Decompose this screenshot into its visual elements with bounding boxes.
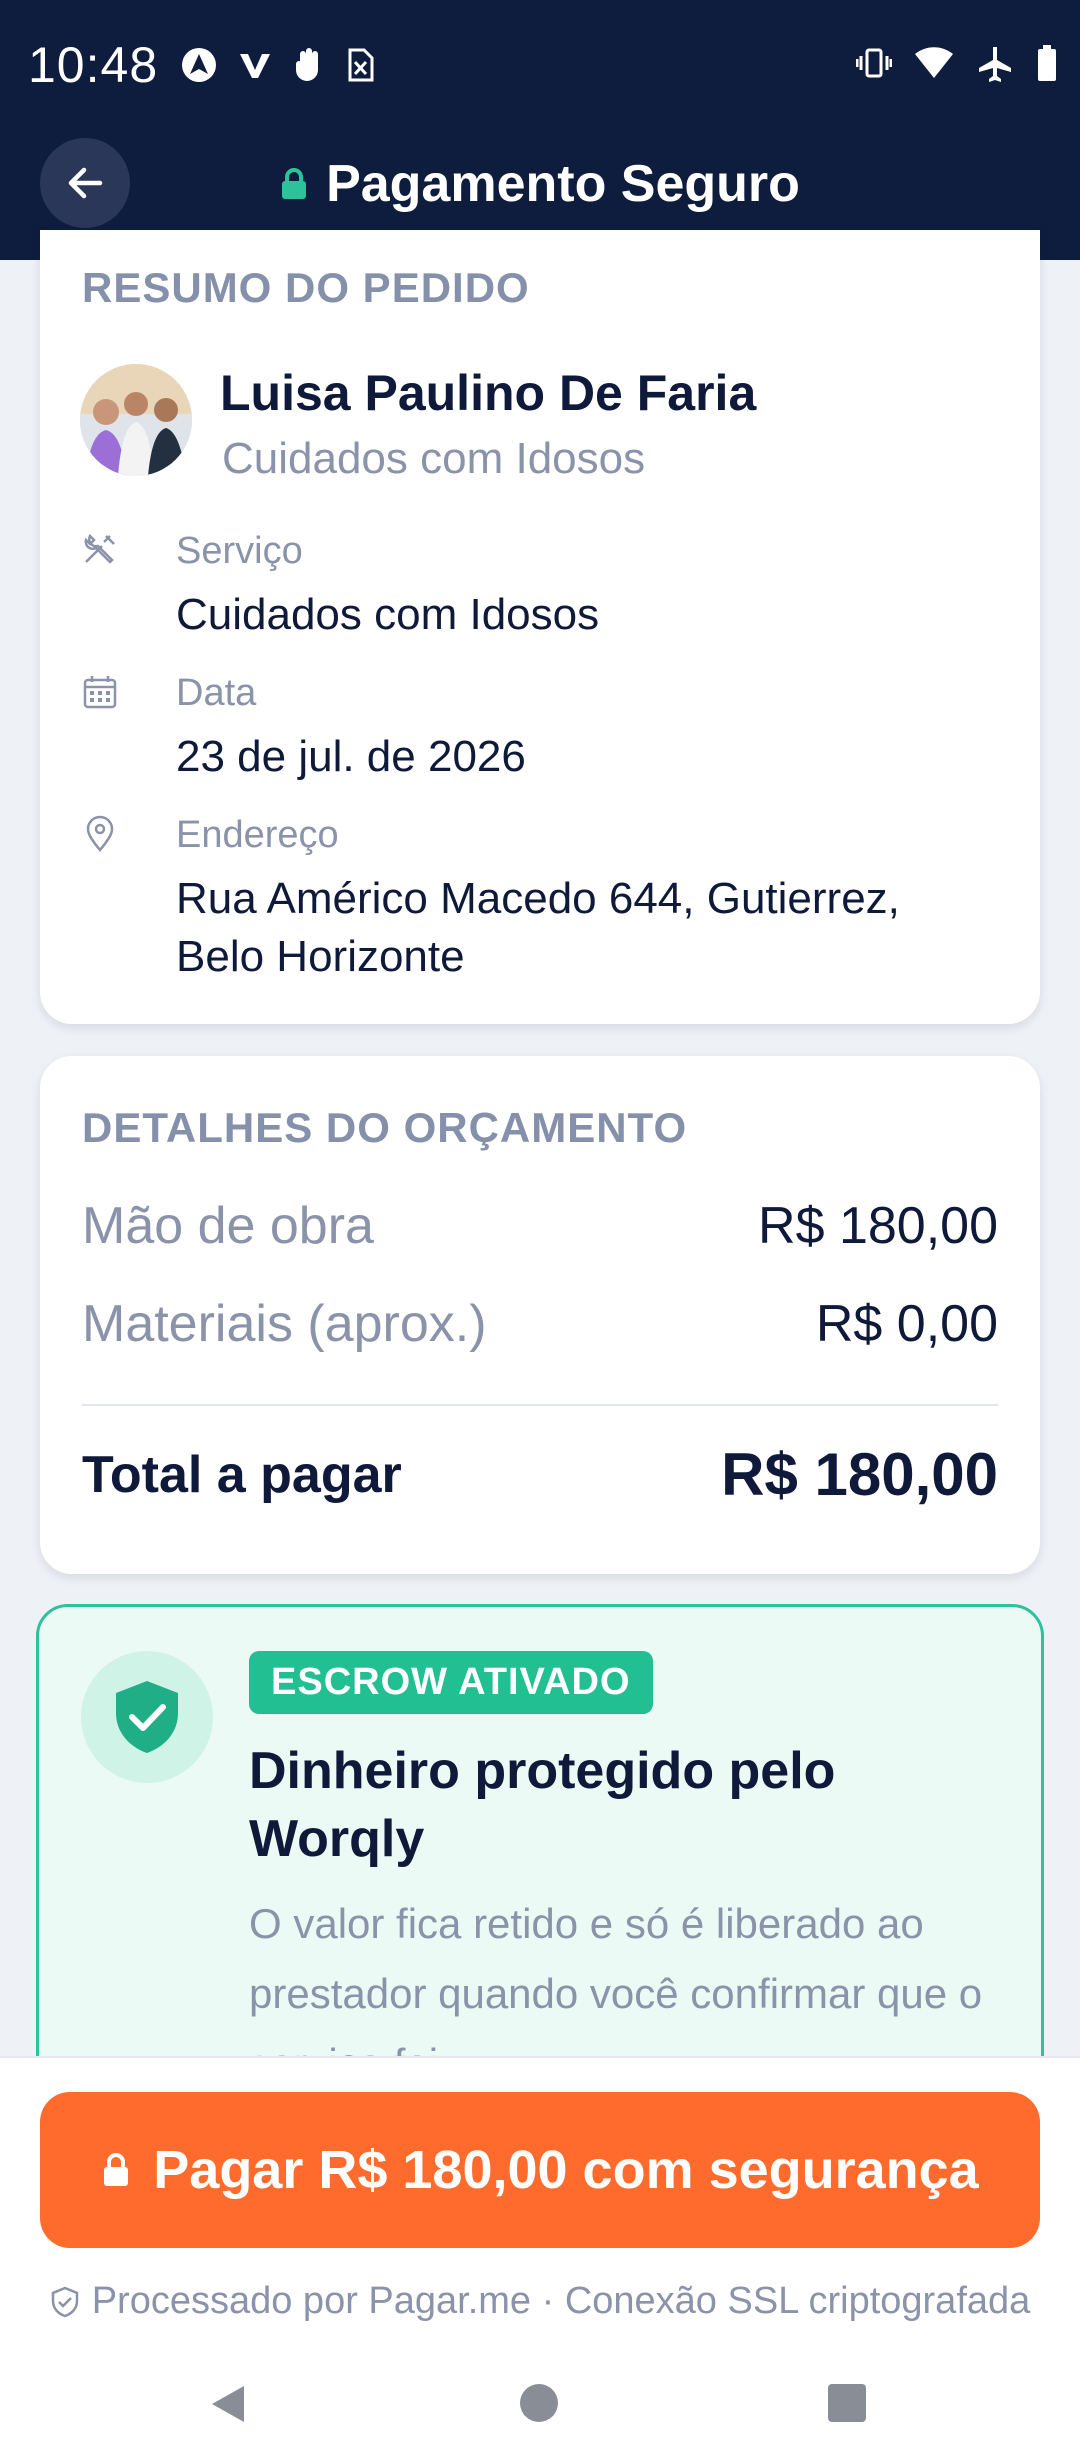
status-bar: 10:48: [0, 0, 1080, 132]
bottom-action-panel: Pagar R$ 180,00 com segurança Processado…: [0, 2056, 1080, 2460]
materials-line: Materiais (aprox.) R$ 0,00: [82, 1294, 998, 1354]
hand-icon: [296, 48, 318, 81]
summary-section-title: RESUMO DO PEDIDO: [82, 264, 530, 311]
budget-details-card: DETALHES DO ORÇAMENTO Mão de obra R$ 180…: [40, 1056, 1040, 1574]
vibrate-icon: [856, 48, 892, 78]
escrow-card: ESCROW ATIVADO Dinheiro protegido pelo W…: [36, 1604, 1044, 2124]
service-label: Serviço: [176, 530, 303, 572]
page-title-text: Pagamento Seguro: [326, 155, 800, 213]
total-line: Total a pagar R$ 180,00: [82, 1440, 998, 1509]
calendar-icon: [83, 676, 117, 709]
location-pin-icon: [86, 815, 114, 852]
nav-recents-icon[interactable]: [828, 2384, 866, 2422]
divider: [82, 1404, 998, 1406]
pay-button-label: Pagar R$ 180,00 com segurança: [153, 2140, 979, 2200]
wifi-icon: [915, 47, 953, 78]
address-value: Rua Américo Macedo 644, Gutierrez, Belo …: [176, 870, 900, 986]
address-line-1: Rua Américo Macedo 644, Gutierrez,: [176, 874, 900, 923]
v-app-icon: [240, 54, 270, 78]
labor-label: Mão de obra: [82, 1197, 374, 1255]
address-line-2: Belo Horizonte: [176, 932, 465, 981]
escrow-status-badge: ESCROW ATIVADO: [249, 1651, 653, 1714]
service-value: Cuidados com Idosos: [176, 590, 600, 639]
secure-note-text: Processado por Pagar.me · Conexão SSL cr…: [91, 2280, 1031, 2322]
date-label: Data: [176, 672, 257, 714]
nav-back-icon[interactable]: [208, 2382, 248, 2426]
shield-check-icon: [116, 1681, 178, 1753]
system-icons: [856, 44, 1058, 82]
materials-label: Materiais (aprox.): [82, 1295, 487, 1353]
system-nav-bar: [0, 2378, 1080, 2460]
android-auto-icon: [182, 48, 216, 82]
provider-category: Cuidados com Idosos: [222, 434, 646, 483]
pay-button[interactable]: Pagar R$ 180,00 com segurança: [40, 2092, 1040, 2248]
escrow-title: Dinheiro protegido pelo Worqly: [249, 1742, 836, 1868]
sim-off-icon: [348, 48, 374, 82]
total-label: Total a pagar: [82, 1445, 402, 1504]
provider-avatar: [80, 364, 192, 476]
airplane-icon: [979, 47, 1011, 82]
materials-value: R$ 0,00: [815, 1295, 998, 1353]
notification-icons: [180, 46, 376, 84]
nav-home-icon[interactable]: [520, 2384, 558, 2422]
lock-icon: [104, 2153, 129, 2186]
shield-badge: [81, 1651, 213, 1783]
labor-line: Mão de obra R$ 180,00: [82, 1196, 998, 1256]
address-label: Endereço: [176, 814, 339, 856]
provider-name: Luisa Paulino De Faria: [220, 365, 757, 421]
tools-icon: [84, 533, 115, 564]
labor-value: R$ 180,00: [758, 1197, 998, 1255]
date-value: 23 de jul. de 2026: [176, 732, 526, 781]
lock-icon: [282, 168, 307, 199]
budget-section-title: DETALHES DO ORÇAMENTO: [82, 1104, 688, 1151]
order-summary-card: RESUMO DO PEDIDO Luisa Paulino De Faria …: [40, 230, 1040, 1024]
page-title: Pagamento Seguro: [0, 154, 1080, 214]
battery-icon: [1038, 45, 1056, 81]
status-time: 10:48: [28, 37, 159, 93]
shield-check-outline-icon: [51, 2286, 78, 2317]
secure-note: Processado por Pagar.me · Conexão SSL cr…: [0, 2280, 1080, 2323]
total-value: R$ 180,00: [721, 1441, 998, 1508]
